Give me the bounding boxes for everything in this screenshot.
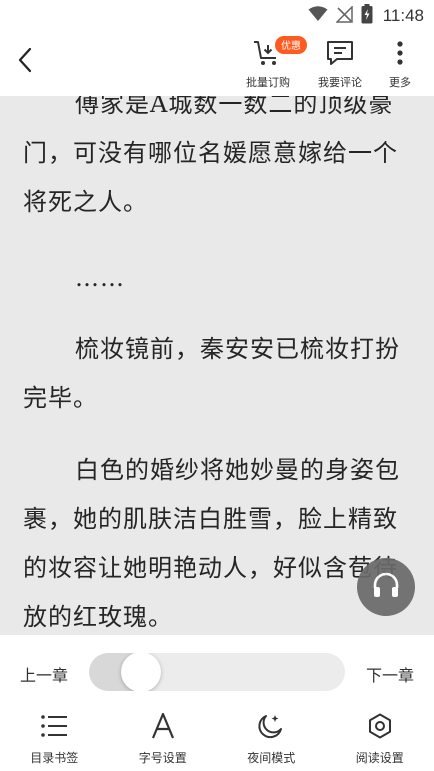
more-label: 更多 — [389, 76, 411, 89]
reading-settings-label: 阅读设置 — [355, 751, 404, 765]
reader-toolbar: 目录书签 字号设置 夜间模式 阅读设置 — [0, 712, 434, 771]
status-time: 11:48 — [382, 6, 424, 25]
battery-charging-icon — [361, 4, 373, 28]
more-button[interactable]: 更多 — [368, 38, 432, 94]
paragraph: 白色的婚纱将她妙曼的身姿包裹，她的肌肤洁白胜雪，脸上精致的妆容让她明艳动人，好似… — [23, 456, 400, 631]
status-icons: 11:48 — [308, 4, 424, 28]
listen-audio-button[interactable] — [357, 558, 415, 616]
reader-top-bar: 优惠 批量订购 我要评论 更多 — [0, 32, 434, 96]
settings-hexagon-icon — [367, 713, 393, 743]
font-size-label: 字号设置 — [138, 751, 187, 765]
toc-bookmark-label: 目录书签 — [30, 751, 79, 765]
no-signal-icon — [334, 4, 353, 27]
night-mode-button[interactable]: 夜间模式 — [217, 713, 326, 771]
font-size-icon — [151, 712, 175, 743]
wifi-icon — [308, 6, 328, 26]
moon-icon — [257, 712, 285, 744]
progress-slider-thumb[interactable] — [120, 653, 161, 691]
chapter-progress-slider[interactable] — [89, 653, 345, 691]
more-vertical-icon — [396, 40, 404, 70]
font-size-button[interactable]: 字号设置 — [109, 712, 218, 771]
back-button[interactable] — [10, 46, 40, 78]
batch-purchase-label: 批量订购 — [246, 76, 290, 89]
night-mode-label: 夜间模式 — [247, 751, 296, 765]
paragraph: …… — [75, 264, 125, 292]
prev-chapter-button[interactable]: 上一章 — [20, 662, 68, 686]
headphones-icon — [371, 571, 401, 603]
paragraph: 傅家是A城数一数二的顶级豪门，可没有哪位名媛愿意嫁给一个将死之人。 — [23, 96, 398, 216]
discount-badge: 优惠 — [275, 36, 307, 54]
paragraph: 梳妆镜前，秦安安已梳妆打扮完毕。 — [23, 335, 400, 412]
reader-bottom-panel: 上一章 下一章 目录书签 字号设置 夜间模式 阅读设置 — [0, 635, 434, 771]
status-bar: 11:48 — [0, 0, 434, 32]
comment-icon — [326, 40, 354, 70]
reading-settings-button[interactable]: 阅读设置 — [326, 713, 434, 771]
chapter-navigation: 上一章 下一章 — [0, 651, 434, 693]
toc-bookmark-button[interactable]: 目录书签 — [0, 713, 109, 771]
next-chapter-button[interactable]: 下一章 — [366, 662, 414, 686]
write-comment-button[interactable]: 我要评论 — [308, 38, 372, 94]
write-comment-label: 我要评论 — [318, 76, 362, 89]
batch-purchase-button[interactable]: 优惠 批量订购 — [236, 36, 307, 94]
reading-content[interactable]: 傅家是A城数一数二的顶级豪门，可没有哪位名媛愿意嫁给一个将死之人。 …… 梳妆镜… — [0, 96, 434, 635]
chevron-left-icon — [17, 47, 33, 77]
list-icon — [40, 714, 68, 742]
